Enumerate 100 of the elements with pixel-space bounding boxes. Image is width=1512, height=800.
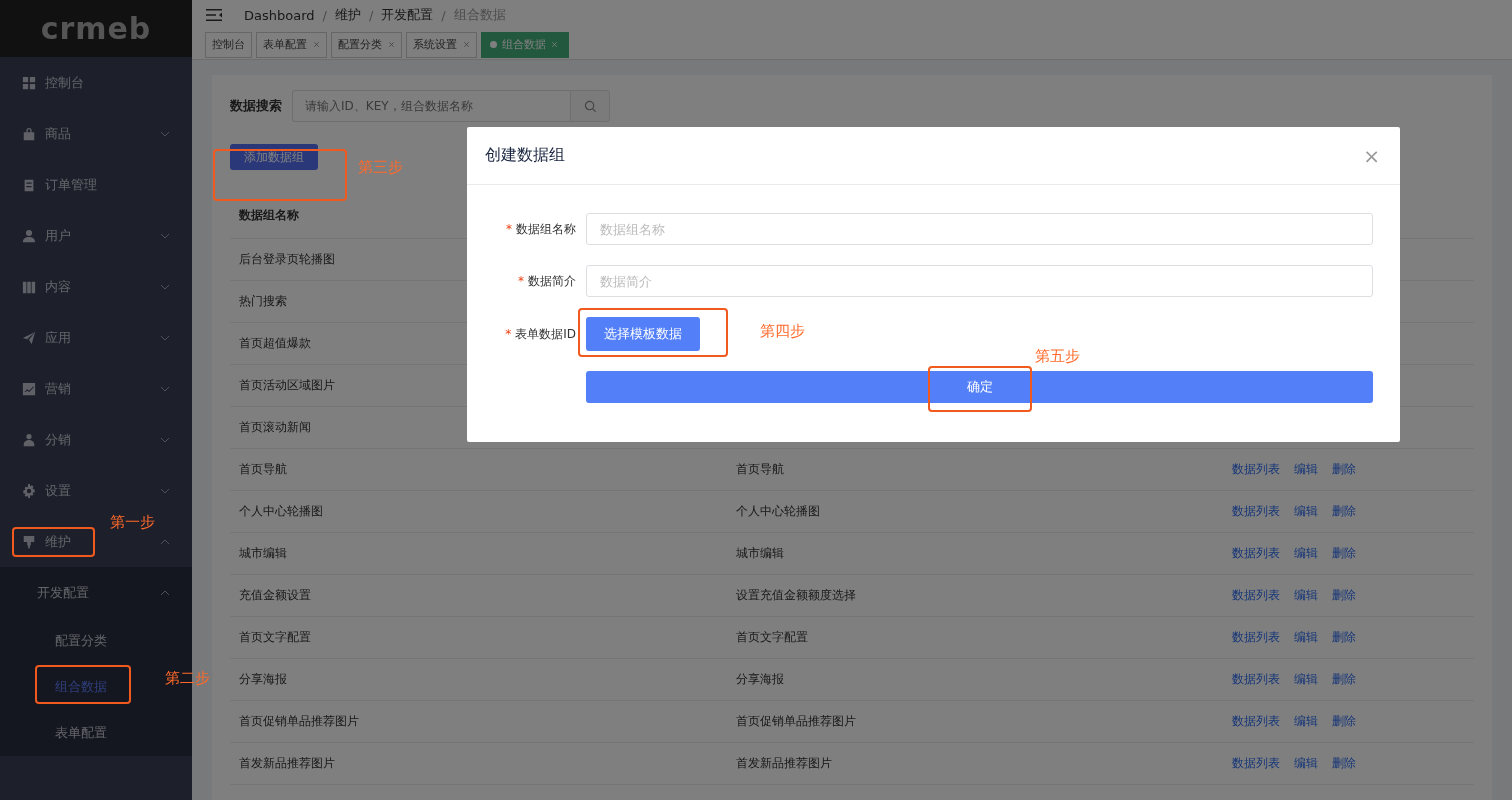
close-button[interactable]: ×	[1363, 143, 1380, 168]
row-action-link[interactable]: 编辑	[1294, 461, 1318, 478]
submenu-item[interactable]: 组合数据	[55, 678, 107, 696]
table-cell-text: 首页滚动新闻	[239, 419, 312, 436]
close-icon[interactable]	[463, 41, 470, 49]
field-label: 数据组名称	[516, 221, 576, 236]
row-action-link[interactable]: 删除	[1332, 503, 1356, 520]
row-action-link[interactable]: 编辑	[1294, 713, 1318, 730]
close-icon[interactable]	[313, 41, 320, 49]
row-action-link[interactable]: 编辑	[1294, 503, 1318, 520]
table-cell-text: 首发新品推荐图片	[239, 755, 336, 772]
row-action-link[interactable]: 删除	[1332, 755, 1356, 772]
row-action-link[interactable]: 删除	[1332, 671, 1356, 688]
breadcrumb-separator: /	[322, 7, 327, 23]
sidebar-item[interactable]: 订单管理	[45, 176, 97, 192]
table-cell-text: 首页文字配置	[239, 629, 312, 646]
breadcrumb-item[interactable]: 开发配置	[381, 6, 434, 25]
sidebar-item[interactable]: 维护	[45, 533, 71, 549]
table-cell-text: 个人中心轮播图	[239, 503, 324, 520]
submenu-item[interactable]: 配置分类	[55, 632, 107, 650]
annotation-label: 第二步	[165, 669, 210, 688]
submenu-item[interactable]: 表单配置	[55, 724, 107, 742]
row-action-link[interactable]: 数据列表	[1232, 461, 1280, 478]
breadcrumb-item[interactable]: Dashboard	[244, 7, 315, 23]
person-icon	[22, 432, 36, 447]
sidebar-item[interactable]: 分销	[45, 431, 71, 447]
column-header: 数据组名称	[239, 206, 299, 224]
row-action-link[interactable]: 数据列表	[1232, 713, 1280, 730]
search-button[interactable]	[570, 90, 610, 122]
row-action-link[interactable]: 删除	[1332, 461, 1356, 478]
required-mark: *	[505, 326, 512, 341]
row-action-link[interactable]: 数据列表	[1232, 587, 1280, 604]
table-cell: 首页文字配置	[736, 630, 808, 644]
bag-icon	[22, 126, 36, 141]
field-label: 表单数据ID	[515, 326, 576, 341]
row-action-link[interactable]: 编辑	[1294, 755, 1318, 772]
sidebar-item[interactable]: 设置	[45, 482, 71, 498]
breadcrumb-item[interactable]: 维护	[334, 6, 361, 25]
logo: crmeb	[40, 11, 152, 46]
row-action-link[interactable]: 编辑	[1294, 629, 1318, 646]
sidebar-item[interactable]: 应用	[45, 329, 71, 345]
input-field[interactable]: 数据简介	[586, 265, 1373, 297]
annotation-label: 第一步	[110, 513, 155, 532]
row-action-link[interactable]: 删除	[1332, 545, 1356, 562]
required-mark: *	[506, 221, 512, 236]
row-action-link[interactable]: 数据列表	[1232, 545, 1280, 562]
sidebar-item[interactable]: 用户	[45, 227, 71, 243]
table-cell: 首页导航	[736, 462, 784, 476]
row-action-link[interactable]: 删除	[1332, 587, 1356, 604]
sidebar-item[interactable]: 控制台	[45, 74, 84, 90]
table-cell-text: 首页超值爆款	[239, 335, 312, 352]
page-tab[interactable]: 组合数据	[481, 31, 569, 58]
row-action-link[interactable]: 编辑	[1294, 545, 1318, 562]
table-cell: 城市编辑	[736, 546, 784, 560]
breadcrumb-separator: /	[441, 7, 446, 23]
search-icon[interactable]	[583, 99, 597, 113]
sidebar-item[interactable]: 内容	[45, 278, 71, 294]
row-action-link[interactable]: 删除	[1332, 713, 1356, 730]
row-action-link[interactable]: 数据列表	[1232, 629, 1280, 646]
row-action-link[interactable]: 数据列表	[1232, 671, 1280, 688]
annotation-label: 第四步	[760, 322, 805, 341]
table-cell: 分享海报	[736, 672, 784, 686]
sidebar-item[interactable]: 营销	[45, 380, 71, 396]
page-tab[interactable]: 配置分类	[331, 31, 402, 58]
menu-icon[interactable]	[206, 8, 222, 23]
table-cell: 个人中心轮播图	[736, 504, 820, 518]
row-action-link[interactable]: 数据列表	[1232, 755, 1280, 772]
gear-icon	[22, 483, 36, 498]
row-action-link[interactable]: 删除	[1332, 629, 1356, 646]
annotation-label: 第五步	[1035, 347, 1080, 366]
table-cell-text: 充值金额设置	[239, 587, 312, 604]
page-tab[interactable]: 表单配置	[256, 31, 327, 58]
table-cell: 首发新品推荐图片	[736, 756, 832, 770]
book-icon	[22, 279, 36, 294]
status-dot	[490, 41, 497, 49]
table-cell-text: 后台登录页轮播图	[239, 251, 336, 268]
clipboard-icon	[22, 177, 36, 192]
table-cell-text: 城市编辑	[239, 545, 288, 562]
submenu-item[interactable]: 开发配置	[37, 584, 89, 600]
select-template-button[interactable]: 选择模板数据	[586, 317, 700, 351]
sidebar-item[interactable]: 商品	[45, 125, 71, 141]
input-field[interactable]: 数据组名称	[586, 213, 1373, 245]
page-tab[interactable]: 控制台	[205, 31, 252, 58]
user-icon	[22, 228, 36, 243]
search-label: 数据搜索	[230, 97, 282, 115]
table-cell: 首页促销单品推荐图片	[736, 714, 856, 728]
annotation-label: 第三步	[358, 158, 403, 177]
confirm-button[interactable]: 确定	[586, 371, 1373, 403]
table-cell-text: 首页导航	[239, 461, 288, 478]
page-tab[interactable]: 系统设置	[406, 31, 477, 58]
field-label: 数据简介	[528, 273, 576, 288]
row-action-link[interactable]: 数据列表	[1232, 503, 1280, 520]
search-field[interactable]: 请输入ID、KEY，组合数据名称	[292, 90, 570, 122]
add-group-button[interactable]: 添加数据组	[230, 144, 318, 170]
row-action-link[interactable]: 编辑	[1294, 587, 1318, 604]
table-cell-text: 首页促销单品推荐图片	[239, 713, 360, 730]
breadcrumb-separator: /	[368, 7, 374, 23]
close-icon[interactable]	[388, 41, 395, 49]
row-action-link[interactable]: 编辑	[1294, 671, 1318, 688]
table-cell-text: 首页活动区域图片	[239, 377, 336, 394]
